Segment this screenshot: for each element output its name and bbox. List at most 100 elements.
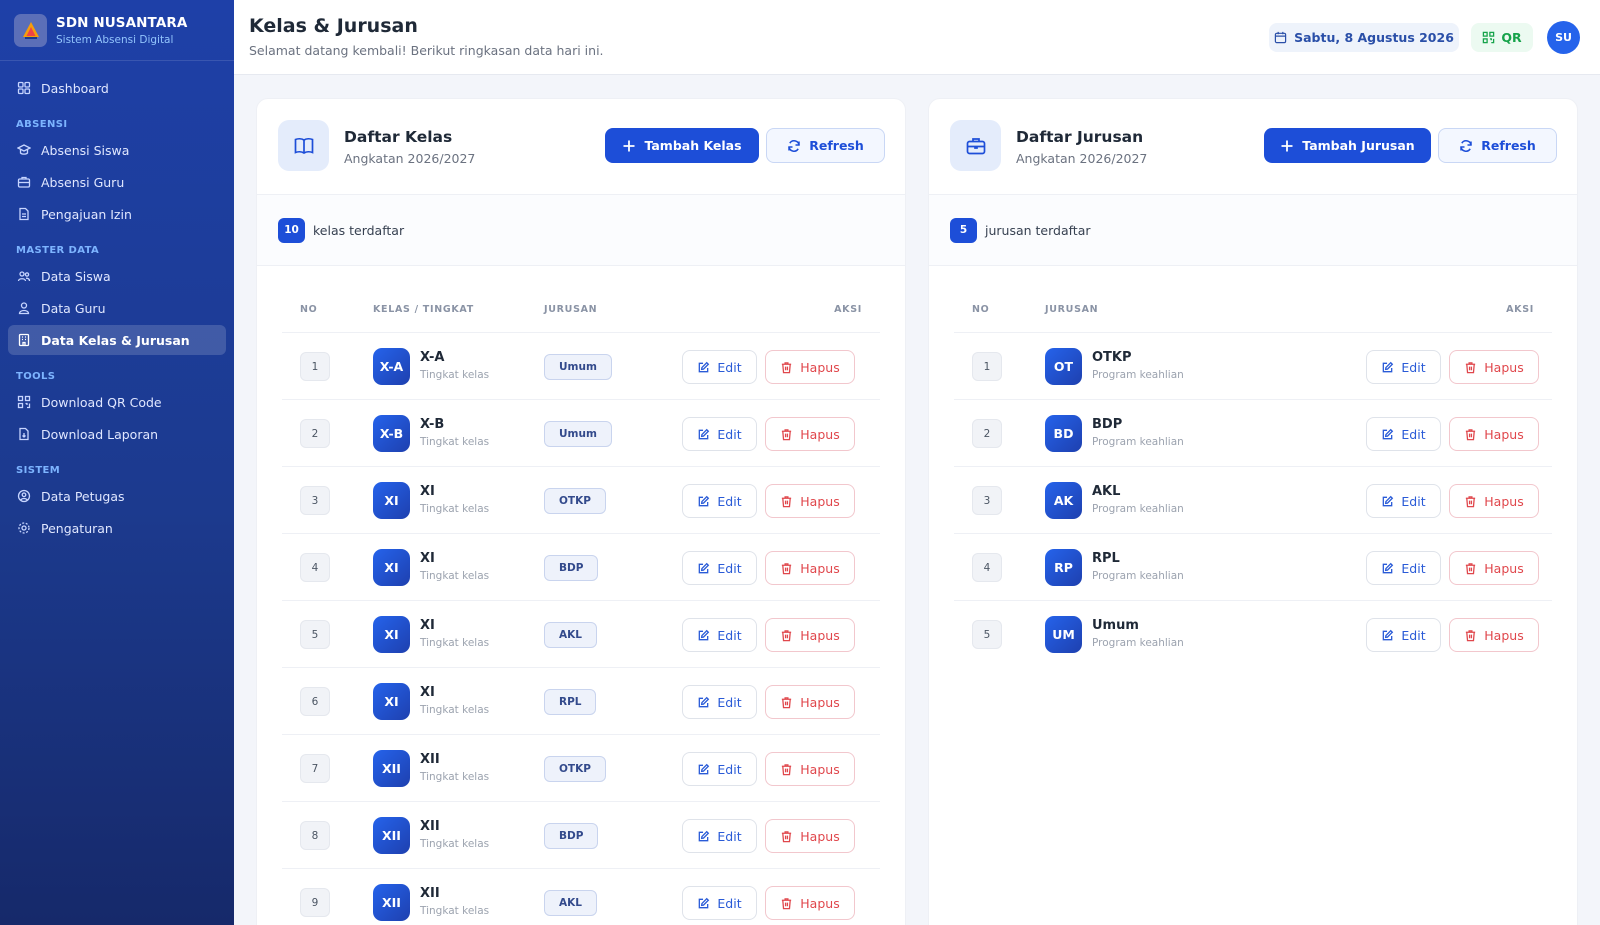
plus-icon [1281,140,1293,151]
sidebar-item-data-siswa[interactable]: Data Siswa [8,261,226,291]
edit-label: Edit [717,493,742,509]
kelas-name: XII [420,886,440,901]
edit-label: Edit [1401,493,1426,509]
jurusan-tag: BDP [544,555,599,581]
delete-button[interactable]: Hapus [765,417,855,451]
table-row: 4 RP RPL Program keahlian Edit Hapus [954,534,1552,601]
delete-button[interactable]: Hapus [765,484,855,518]
edit-button[interactable]: Edit [682,819,757,853]
edit-label: Edit [717,828,742,844]
sidebar-item-data-petugas[interactable]: Data Petugas [8,481,226,511]
edit-button[interactable]: Edit [682,350,757,384]
edit-button[interactable]: Edit [1366,618,1441,652]
edit-icon [699,562,710,573]
kelas-name: XI [420,685,435,700]
kelas-name: X-A [420,350,445,365]
sidebar-item-dashboard[interactable]: Dashboard [8,73,226,103]
kelas-level-label: Tingkat kelas [420,570,490,582]
app-subtitle: Sistem Absensi Digital [56,33,174,46]
delete-button[interactable]: Hapus [765,819,855,853]
edit-label: Edit [1401,560,1426,576]
edit-button[interactable]: Edit [1366,484,1441,518]
delete-label: Hapus [800,627,840,643]
edit-button[interactable]: Edit [1366,350,1441,384]
sidebar-item-data-kelas-jurusan[interactable]: Data Kelas & Jurusan [8,325,226,355]
kelas-name: XI [420,551,435,566]
sidebar-item-download-laporan[interactable]: Download Laporan [8,419,226,449]
delete-button[interactable]: Hapus [1449,551,1539,585]
delete-button[interactable]: Hapus [765,350,855,384]
row-number: 9 [300,888,330,917]
table-row: 1 OT OTKP Program keahlian Edit Hapus [954,333,1552,400]
sidebar-item-pengaturan[interactable]: Pengaturan [8,513,226,543]
delete-button[interactable]: Hapus [765,685,855,719]
delete-button[interactable]: Hapus [1449,618,1539,652]
trash-icon [782,763,792,775]
delete-button[interactable]: Hapus [1449,484,1539,518]
edit-button[interactable]: Edit [682,752,757,786]
edit-button[interactable]: Edit [682,551,757,585]
kelas-card-subtitle: Angkatan 2026/2027 [344,151,476,166]
kelas-badge: X-B [373,415,410,452]
briefcase-icon [950,120,1001,171]
sidebar-item-label: Pengajuan Izin [41,206,132,222]
table-row: 8 XII XII Tingkat kelas BDP Edit Hapus [282,802,880,869]
delete-button[interactable]: Hapus [765,886,855,920]
qr-button[interactable]: QR [1471,23,1533,52]
user-avatar[interactable]: SU [1547,21,1580,54]
edit-icon [1383,428,1394,439]
delete-button[interactable]: Hapus [1449,350,1539,384]
sidebar-item-absensi-guru[interactable]: Absensi Guru [8,167,226,197]
kelas-level-label: Tingkat kelas [420,637,490,649]
jurusan-name: OTKP [1092,350,1132,365]
edit-button[interactable]: Edit [1366,417,1441,451]
column-header-aksi: AKSI [834,304,862,315]
delete-button[interactable]: Hapus [765,752,855,786]
edit-label: Edit [717,895,742,911]
sidebar-item-download-qr[interactable]: Download QR Code [8,387,226,417]
row-number: 6 [300,687,330,716]
add-jurusan-button[interactable]: Tambah Jurusan [1264,128,1431,163]
column-header-kelas: KELAS / TINGKAT [373,304,474,315]
edit-button[interactable]: Edit [682,886,757,920]
jurusan-program-label: Program keahlian [1092,637,1184,649]
jurusan-name: RPL [1092,551,1120,566]
trash-icon [782,428,792,440]
brand: SDN NUSANTARA Sistem Absensi Digital [0,0,234,61]
table-row: 6 XI XI Tingkat kelas RPL Edit Hapus [282,668,880,735]
briefcase-icon [17,176,31,188]
edit-button[interactable]: Edit [682,618,757,652]
add-kelas-button[interactable]: Tambah Kelas [605,128,759,163]
edit-button[interactable]: Edit [682,685,757,719]
trash-icon [782,897,792,909]
edit-icon [699,629,710,640]
edit-button[interactable]: Edit [682,417,757,451]
delete-button[interactable]: Hapus [765,618,855,652]
edit-button[interactable]: Edit [1366,551,1441,585]
sidebar-item-data-guru[interactable]: Data Guru [8,293,226,323]
row-number: 3 [300,486,330,515]
jurusan-name: BDP [1092,417,1123,432]
sidebar-item-absensi-siswa[interactable]: Absensi Siswa [8,135,226,165]
kelas-level-label: Tingkat kelas [420,436,490,448]
trash-icon [782,562,792,574]
jurusan-table-header: NO JURUSAN AKSI [954,266,1552,333]
students-icon [17,144,31,155]
user-icon [18,302,30,315]
kelas-table-body: 1 X-A X-A Tingkat kelas Umum Edit Hapus 2 X-B X-B… [257,333,905,925]
delete-button[interactable]: Hapus [1449,417,1539,451]
sidebar-item-pengajuan-izin[interactable]: Pengajuan Izin [8,199,226,229]
row-number: 5 [972,620,1002,649]
edit-button[interactable]: Edit [682,484,757,518]
refresh-kelas-button[interactable]: Refresh [766,128,885,163]
trash-icon [1466,562,1476,574]
refresh-jurusan-button[interactable]: Refresh [1438,128,1557,163]
kelas-level-label: Tingkat kelas [420,704,490,716]
jurusan-card-header: Daftar Jurusan Angkatan 2026/2027 Tambah… [929,99,1577,195]
edit-icon [699,830,710,841]
sidebar-item-label: Download Laporan [41,426,159,442]
edit-icon [699,763,710,774]
kelas-table-header: NO KELAS / TINGKAT JURUSAN AKSI [282,266,880,333]
jurusan-card-title: Daftar Jurusan [1016,128,1144,146]
delete-button[interactable]: Hapus [765,551,855,585]
